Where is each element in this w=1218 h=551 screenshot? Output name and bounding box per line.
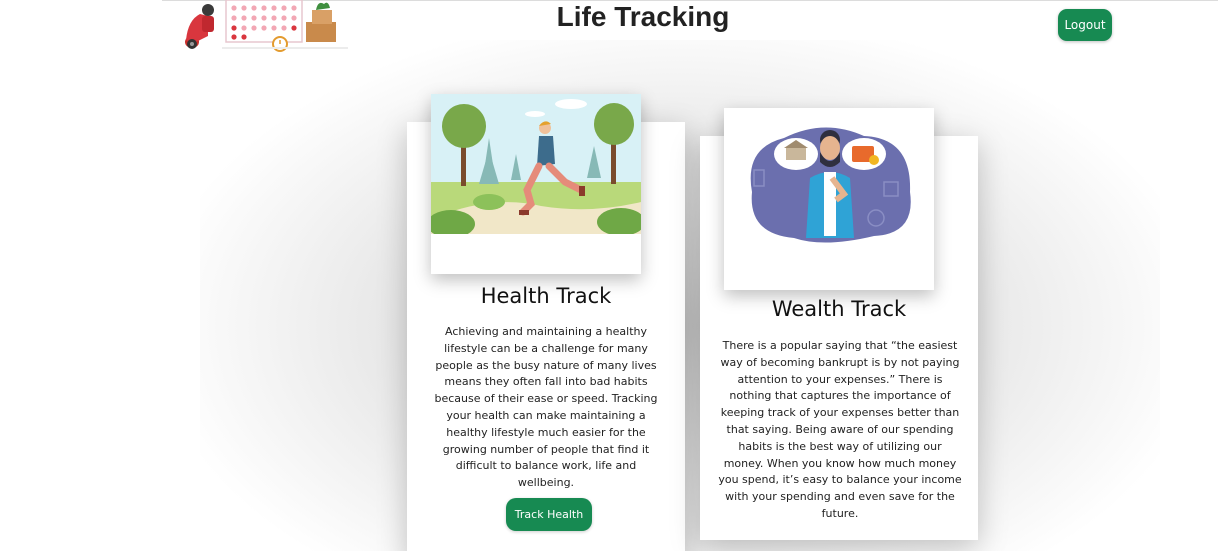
page-title: Life Tracking [556, 1, 730, 32]
health-card-description: Achieving and maintaining a healthy life… [434, 325, 658, 490]
track-health-button[interactable]: Track Health [506, 498, 592, 531]
health-card-title: Health Track [480, 284, 612, 308]
wealth-illustration [724, 108, 934, 290]
logout-button[interactable]: Logout [1058, 9, 1112, 41]
wealth-card-title: Wealth Track [771, 297, 907, 321]
wealth-card-description: There is a popular saying that “the easi… [718, 339, 962, 520]
health-illustration [431, 94, 641, 274]
